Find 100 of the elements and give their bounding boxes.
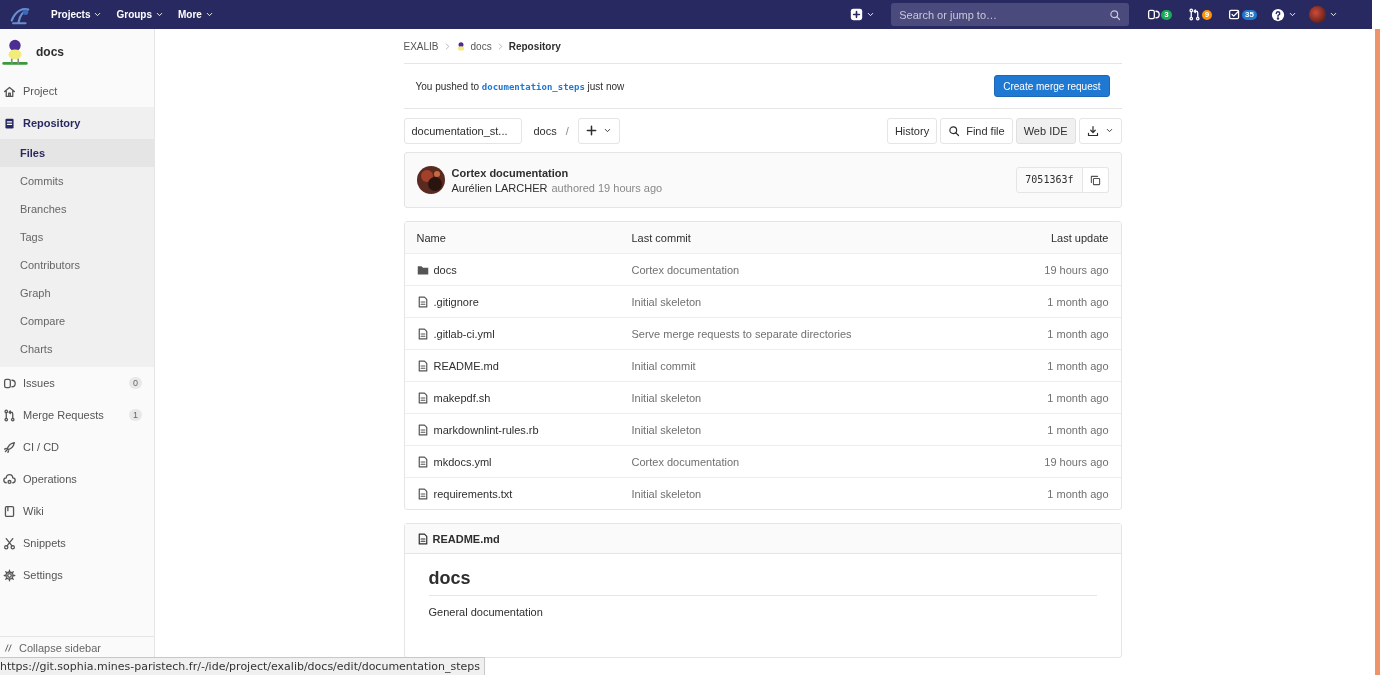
column-header: Last update <box>1050 231 1109 244</box>
commit-message-link[interactable]: Initial skeleton <box>631 487 959 500</box>
readme-filename: README.md <box>432 532 500 545</box>
sidebar-item[interactable]: Project <box>0 75 154 107</box>
commit-message-link[interactable]: Cortex documentation <box>631 455 959 468</box>
create-merge-request-button[interactable]: Create merge request <box>994 75 1110 97</box>
branch-link[interactable]: documentation_steps <box>481 81 585 92</box>
toolbar-button[interactable]: Find file <box>940 117 1013 144</box>
collapse-sidebar-link[interactable]: Collapse sidebar <box>0 636 154 656</box>
file-link[interactable]: requirements.txt <box>416 487 632 500</box>
file-link[interactable]: makepdf.sh <box>416 391 632 404</box>
path-link[interactable]: docs <box>533 124 557 137</box>
toolbar-button[interactable]: Web IDE <box>1015 117 1076 144</box>
sidebar-item[interactable]: CI / CD <box>0 431 154 463</box>
file-link[interactable]: .gitignore <box>416 295 632 308</box>
nav-menu[interactable]: Groups <box>109 9 172 20</box>
caret-icon <box>866 10 876 19</box>
sidebar-subitem[interactable]: Commits <box>0 167 154 195</box>
count-badge: 0 <box>129 377 142 389</box>
caret-icon <box>602 126 612 135</box>
file-link[interactable]: README.md <box>416 359 632 372</box>
merge-request-icon <box>1187 8 1201 21</box>
counter-link[interactable]: 35 <box>1220 8 1265 21</box>
commit-message-link[interactable]: Initial skeleton <box>631 295 959 308</box>
sidebar-subitem[interactable]: Branches <box>0 195 154 223</box>
book-icon <box>3 504 16 518</box>
sidebar-subitem[interactable]: Compare <box>0 307 154 335</box>
nav-menu[interactable]: More <box>171 9 221 20</box>
settings-icon <box>3 568 16 582</box>
file-link[interactable]: docs <box>416 263 632 276</box>
file-icon <box>416 359 429 372</box>
project-avatar-icon <box>455 40 466 52</box>
file-link[interactable]: markdownlint-rules.rb <box>416 423 632 436</box>
commit-title[interactable]: Cortex documentation <box>451 166 1010 179</box>
file-icon <box>416 295 429 308</box>
sidebar-item[interactable]: Settings <box>0 559 154 591</box>
file-link[interactable]: mkdocs.yml <box>416 455 632 468</box>
chevron-icon <box>496 42 504 50</box>
column-header: Last commit <box>631 231 692 244</box>
table-cell-text: 1 month ago <box>1046 295 1109 308</box>
file-link[interactable]: .gitlab-ci.yml <box>416 327 632 340</box>
add-dropdown[interactable] <box>577 117 620 144</box>
sidebar-subitem[interactable]: Contributors <box>0 251 154 279</box>
branch-dropdown[interactable]: documentation_st... <box>403 117 522 144</box>
plus-icon <box>585 125 597 136</box>
commit-message-link[interactable]: Initial skeleton <box>631 423 959 436</box>
sidebar-subitem[interactable]: Tags <box>0 223 154 251</box>
toolbar-button[interactable]: History <box>886 117 938 144</box>
file-icon <box>416 423 429 436</box>
sidebar-subitem[interactable]: Graph <box>0 279 154 307</box>
scissors-icon <box>3 536 16 550</box>
plus-square-icon <box>850 8 864 21</box>
caret-icon <box>155 10 165 19</box>
sidebar-subitem[interactable]: Charts <box>0 335 154 363</box>
sidebar-item[interactable]: Snippets <box>0 527 154 559</box>
document-icon <box>3 116 16 130</box>
table-cell-text: 1 month ago <box>1046 487 1109 500</box>
push-notice: You pushed to documentation_steps just now <box>415 80 625 92</box>
copy-button[interactable] <box>1082 167 1109 193</box>
sidebar-item[interactable]: Issues 0 <box>0 367 154 399</box>
caret-icon <box>1104 126 1114 135</box>
sidebar-item[interactable]: Merge Requests 1 <box>0 399 154 431</box>
table-cell-text: 1 month ago <box>1046 391 1109 404</box>
commit-message-link[interactable]: Initial commit <box>631 359 959 372</box>
status-url: https://git.sophia.mines-paristech.fr/-/ide/project/exalib/docs/edit/documentation_steps <box>0 657 485 675</box>
file-icon <box>416 327 429 340</box>
issues-icon <box>3 376 16 390</box>
download-icon <box>1086 124 1099 137</box>
breadcrumb-link[interactable]: EXALIB <box>403 40 439 52</box>
commit-message-link[interactable]: Cortex documentation <box>631 263 959 276</box>
readme-heading: docs <box>428 568 1097 596</box>
commit-message-link[interactable]: Initial skeleton <box>631 391 959 404</box>
chevron-icon <box>443 42 451 50</box>
file-icon <box>416 391 429 404</box>
table-cell-text: 1 month ago <box>1046 327 1109 340</box>
table-cell-text: 19 hours ago <box>1043 455 1109 468</box>
project-avatar-icon <box>2 37 28 67</box>
project-name[interactable]: docs <box>36 45 64 59</box>
download-dropdown[interactable] <box>1078 117 1122 144</box>
breadcrumb-link[interactable]: docs <box>470 40 492 52</box>
scrollbar[interactable] <box>1375 29 1380 675</box>
caret-icon <box>204 10 214 19</box>
path-separator: / <box>565 124 569 137</box>
sidebar-item[interactable]: Wiki <box>0 495 154 527</box>
caret-icon <box>1288 10 1297 19</box>
file-icon <box>416 487 429 500</box>
sidebar-item[interactable]: Operations <box>0 463 154 495</box>
sidebar-item[interactable]: Repository <box>0 107 154 139</box>
commit-message-link[interactable]: Serve merge requests to separate directories <box>631 327 959 340</box>
author-link[interactable]: Aurélien LARCHER <box>451 181 548 194</box>
search-icon <box>1109 9 1122 21</box>
search-field[interactable]: Search or jump to… <box>891 3 1130 26</box>
sidebar-subitem[interactable]: Files <box>0 139 154 167</box>
breadcrumb-link[interactable]: Repository <box>508 40 561 52</box>
nav-menu[interactable]: Projects <box>44 9 110 20</box>
file-icon <box>416 532 429 545</box>
column-header: Name <box>416 231 447 244</box>
commit-sha[interactable]: 7051363f <box>1016 167 1083 193</box>
caret-icon <box>1329 10 1338 19</box>
help-icon <box>1271 7 1285 22</box>
